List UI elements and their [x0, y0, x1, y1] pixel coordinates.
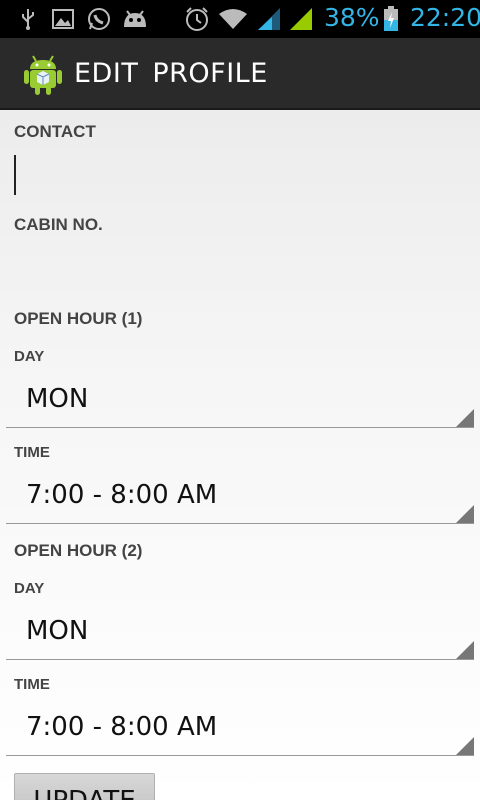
- open-hour-1-day-value: MON: [26, 384, 89, 414]
- usb-icon: [18, 6, 38, 32]
- contact-field[interactable]: [6, 186, 474, 200]
- android-debug-icon: [122, 6, 148, 32]
- open-hour-1-day-spinner[interactable]: MON: [6, 380, 474, 428]
- open-hour-2-day-spinner[interactable]: MON: [6, 612, 474, 660]
- wifi-icon: [218, 6, 248, 32]
- dropdown-arrow-icon: [456, 505, 474, 523]
- page-title: EDIT PROFILE: [74, 58, 268, 89]
- alarm-icon: [184, 6, 210, 32]
- open-hour-2-heading: OPEN HOUR (2): [14, 541, 143, 560]
- open-hour-2-time-value: 7:00 - 8:00 AM: [26, 712, 218, 742]
- open-hour-1-time-spinner[interactable]: 7:00 - 8:00 AM: [6, 476, 474, 524]
- battery-charging-icon: [382, 6, 400, 32]
- cabin-label: CABIN NO.: [14, 215, 103, 234]
- open-hour-2-time-spinner[interactable]: 7:00 - 8:00 AM: [6, 708, 474, 756]
- dropdown-arrow-icon: [456, 641, 474, 659]
- open-hour-2-day-value: MON: [26, 616, 89, 646]
- edit-profile-form: CONTACT CABIN NO. OPEN HOUR (1) DAY MON …: [0, 110, 480, 800]
- battery-percent: 38%: [324, 3, 380, 32]
- update-button[interactable]: UPDATE: [14, 773, 155, 800]
- dropdown-arrow-icon: [456, 737, 474, 755]
- open-hour-1-heading: OPEN HOUR (1): [14, 309, 143, 328]
- clock: 22:20: [410, 3, 480, 32]
- status-bar: 38% 22:20: [0, 0, 480, 38]
- open-hour-2-day-label: DAY: [14, 580, 45, 597]
- open-hour-1-time-label: TIME: [14, 444, 50, 461]
- signal-2-icon: [288, 6, 314, 32]
- action-bar: EDIT PROFILE: [0, 38, 480, 110]
- open-hour-1-day-label: DAY: [14, 348, 45, 365]
- android-app-icon[interactable]: [22, 52, 64, 96]
- image-icon: [52, 6, 74, 32]
- cabin-field[interactable]: [6, 279, 474, 293]
- update-button-label: UPDATE: [15, 786, 154, 800]
- signal-1-icon: [256, 6, 282, 32]
- open-hour-2-time-label: TIME: [14, 676, 50, 693]
- open-hour-1-time-value: 7:00 - 8:00 AM: [26, 480, 218, 510]
- contact-label: CONTACT: [14, 122, 96, 141]
- whatsapp-icon: [87, 6, 111, 32]
- dropdown-arrow-icon: [456, 409, 474, 427]
